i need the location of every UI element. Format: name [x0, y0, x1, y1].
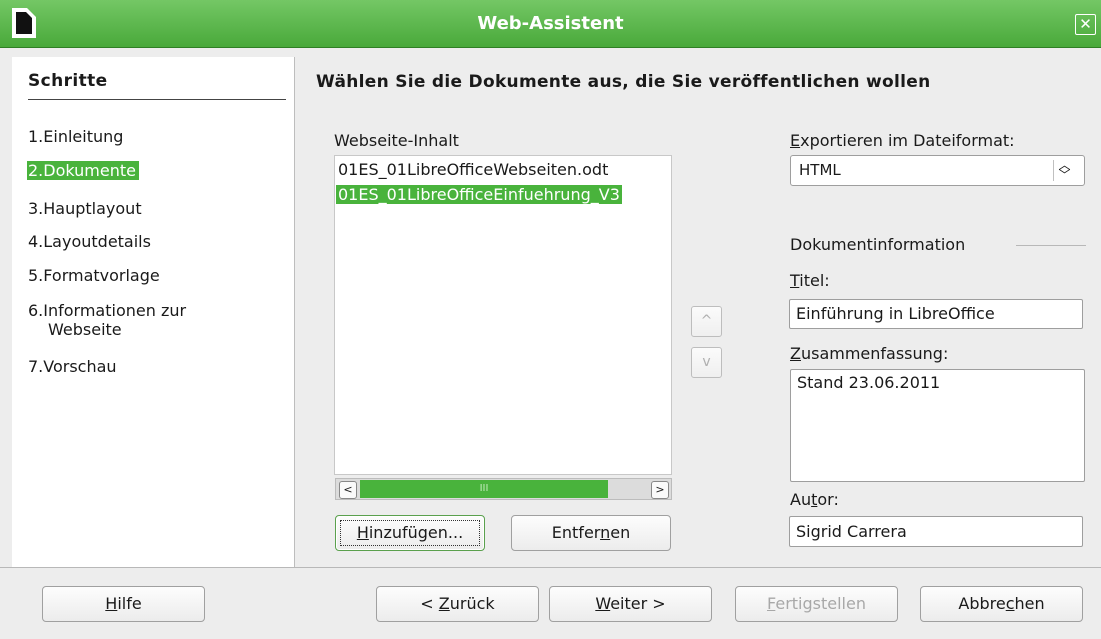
move-down-button[interactable]: v	[691, 347, 722, 378]
export-format-label: Exportieren im Dateiformat:	[790, 131, 1015, 150]
content-label: Webseite-Inhalt	[334, 131, 459, 150]
document-list[interactable]: 01ES_01LibreOfficeWebseiten.odt 01ES_01L…	[334, 155, 672, 475]
step-documents[interactable]: 2.Dokumente	[27, 161, 139, 180]
docinfo-divider	[1016, 245, 1086, 246]
page-heading: Wählen Sie die Dokumente aus, die Sie ve…	[316, 72, 931, 92]
back-button[interactable]: < Zurück	[376, 586, 539, 622]
steps-heading: Schritte	[28, 71, 108, 91]
step-preview[interactable]: 7.Vorschau	[28, 357, 117, 376]
cancel-button[interactable]: Abbrechen	[920, 586, 1083, 622]
horizontal-scrollbar[interactable]: < III >	[335, 478, 672, 500]
help-button[interactable]: Hilfe	[42, 586, 205, 622]
chevron-down-icon: v	[702, 354, 711, 370]
step-layout-details[interactable]: 4.Layoutdetails	[28, 232, 151, 251]
title-field[interactable]: Einführung in LibreOffice	[789, 299, 1083, 329]
author-field[interactable]: Sigrid Carrera	[789, 516, 1083, 547]
steps-divider	[28, 99, 286, 100]
export-format-select[interactable]: HTML ︿ ﹀	[790, 155, 1085, 186]
title-label: Titel:	[790, 271, 830, 290]
finish-button[interactable]: Fertigstellen	[735, 586, 898, 622]
panel-divider	[294, 57, 295, 567]
summary-field[interactable]: Stand 23.06.2011	[790, 369, 1085, 482]
remove-button[interactable]: Entfernen	[511, 515, 671, 551]
step-style[interactable]: 5.Formatvorlage	[28, 266, 160, 285]
scrollbar-thumb[interactable]: III	[360, 480, 608, 498]
move-up-button[interactable]: ^	[691, 306, 722, 337]
scroll-right-icon[interactable]: >	[651, 481, 669, 499]
chevron-up-icon: ^	[700, 313, 713, 329]
select-arrows-icon: ︿ ﹀	[1053, 159, 1075, 181]
list-item[interactable]: 01ES_01LibreOfficeWebseiten.odt	[338, 160, 608, 179]
close-icon[interactable]: ✕	[1075, 14, 1096, 35]
docinfo-heading: Dokumentinformation	[790, 235, 966, 254]
window-title: Web-Assistent	[477, 13, 624, 34]
export-format-value: HTML	[799, 161, 841, 179]
step-main-layout[interactable]: 3.Hauptlayout	[28, 199, 142, 218]
list-item-selected[interactable]: 01ES_01LibreOfficeEinfuehrung_V3	[336, 185, 622, 204]
footer-divider	[0, 567, 1101, 568]
scroll-left-icon[interactable]: <	[339, 481, 357, 499]
summary-label: Zusammenfassung:	[790, 344, 949, 363]
steps-panel: Schritte 1.Einleitung 2.Dokumente 3.Haup…	[12, 57, 294, 567]
author-label: Autor:	[790, 490, 839, 509]
next-button[interactable]: Weiter >	[549, 586, 712, 622]
step-introduction[interactable]: 1.Einleitung	[28, 127, 123, 146]
step-web-info[interactable]: 6.Informationen zur Webseite	[28, 301, 186, 339]
add-button[interactable]: Hinzufügen...	[335, 515, 485, 551]
